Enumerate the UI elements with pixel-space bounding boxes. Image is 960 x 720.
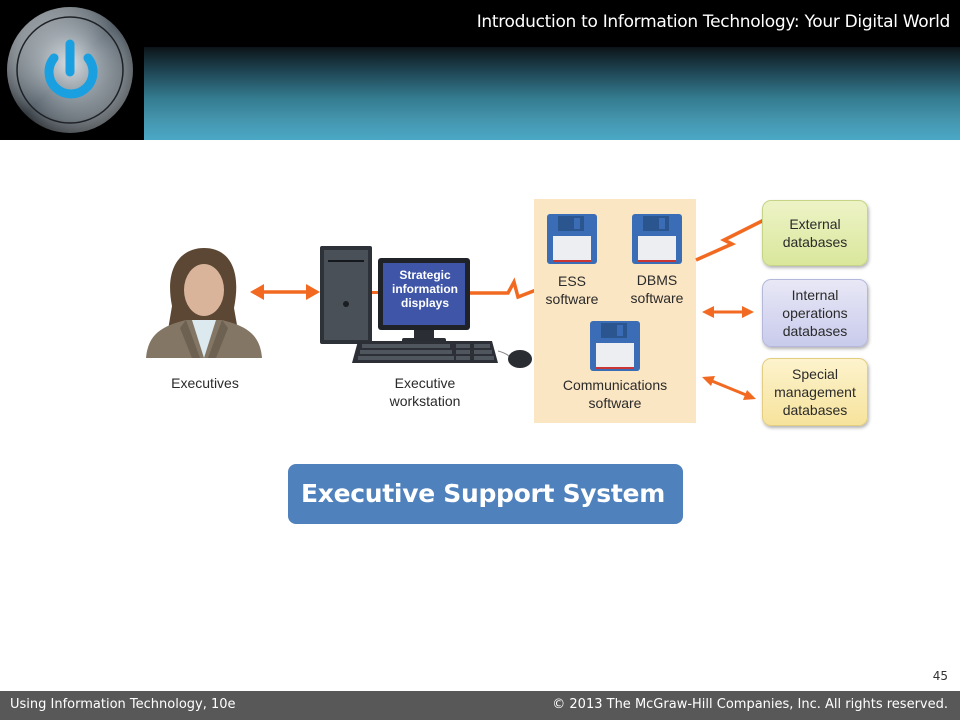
bidirectional-arrow-icon xyxy=(702,376,756,400)
computer-tower-icon xyxy=(320,246,372,344)
footer-bar: Using Information Technology, 10e © 2013… xyxy=(0,691,960,720)
bidirectional-arrow-icon xyxy=(250,284,320,300)
mouse-icon xyxy=(498,350,532,368)
floppy-disk-icon xyxy=(632,214,682,264)
network-link-icon xyxy=(470,277,536,300)
workstation-label: Executive workstation xyxy=(389,375,461,409)
keyboard-icon xyxy=(352,341,498,363)
screen-text: Strategic information displays xyxy=(392,268,458,310)
executive-person-icon xyxy=(146,248,262,358)
dbms-software-label: DBMS software xyxy=(630,272,684,306)
floppy-disk-icon xyxy=(590,321,640,371)
internal-operations-databases-box: Internal operations databases xyxy=(762,279,868,347)
ess-software-label: ESS software xyxy=(545,273,599,307)
page-number: 45 xyxy=(932,669,948,683)
footer-book-title: Using Information Technology, 10e xyxy=(10,697,236,712)
communications-software-label: Communications software xyxy=(562,377,668,411)
executives-label: Executives xyxy=(171,375,239,391)
special-management-databases-box: Special management databases xyxy=(762,358,868,426)
ess-diagram: Executives Strategic information display… xyxy=(0,0,960,720)
slide-title: Executive Support System xyxy=(288,464,683,524)
bidirectional-arrow-icon xyxy=(702,306,754,318)
footer-copyright: © 2013 The McGraw-Hill Companies, Inc. A… xyxy=(552,697,948,712)
network-link-icon xyxy=(695,218,765,262)
floppy-disk-icon xyxy=(547,214,597,264)
external-databases-box: External databases xyxy=(762,200,868,266)
